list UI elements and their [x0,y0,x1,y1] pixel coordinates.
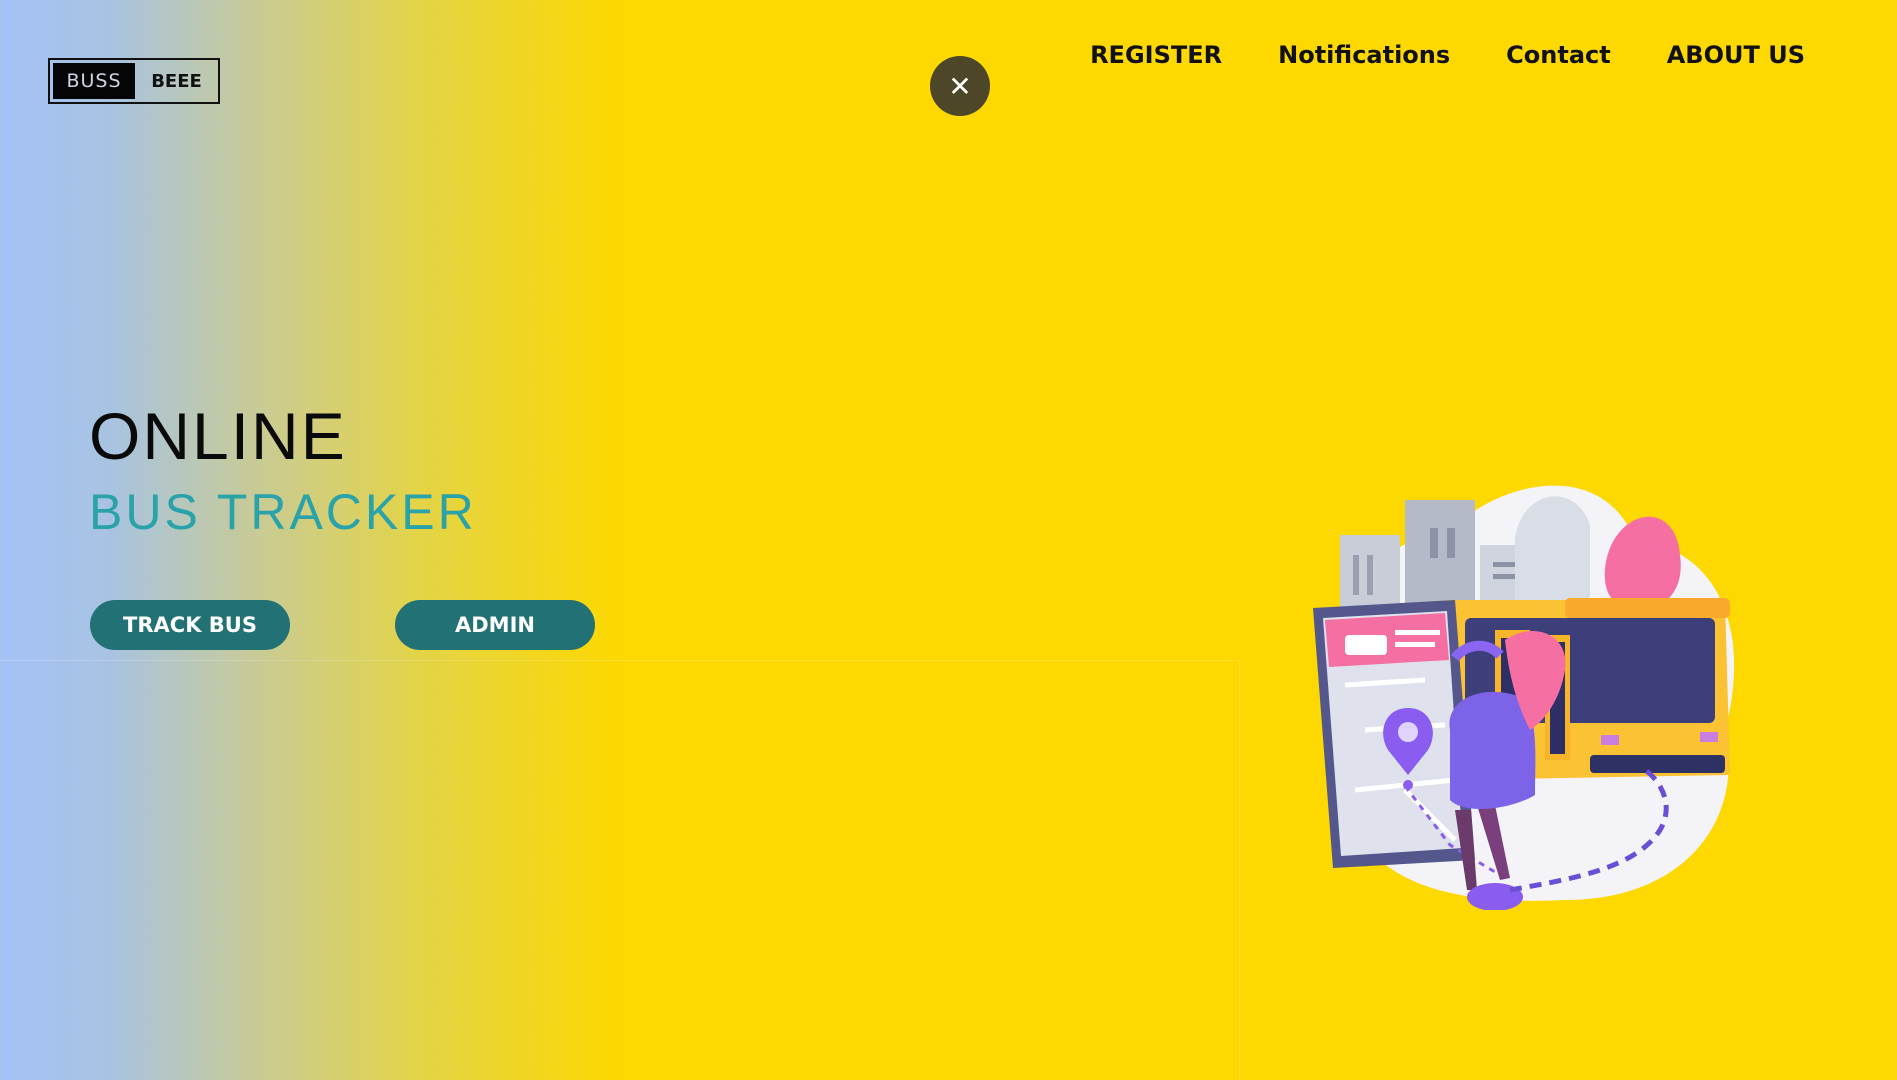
nav-about-us-link[interactable]: ABOUT US [1667,41,1805,69]
main-nav: REGISTER Notifications Contact ABOUT US [1090,41,1805,69]
close-button[interactable]: ✕ [930,56,990,116]
hero-subtitle: BUS TRACKER [89,484,477,540]
track-bus-button[interactable]: TRACK BUS [90,600,290,650]
nav-notifications-link[interactable]: Notifications [1278,41,1450,69]
bus-tracking-illustration [1313,485,1735,910]
content-panel [0,660,1240,1080]
hero-title: ONLINE [89,399,347,473]
logo-left-text: BUSS [53,63,135,99]
logo-right-text: BEEE [151,70,202,92]
nav-contact-link[interactable]: Contact [1506,41,1611,69]
brand-logo[interactable]: BUSS BEEE [48,58,220,104]
admin-button[interactable]: ADMIN [395,600,595,650]
nav-register-link[interactable]: REGISTER [1090,41,1222,69]
close-icon: ✕ [948,69,972,103]
